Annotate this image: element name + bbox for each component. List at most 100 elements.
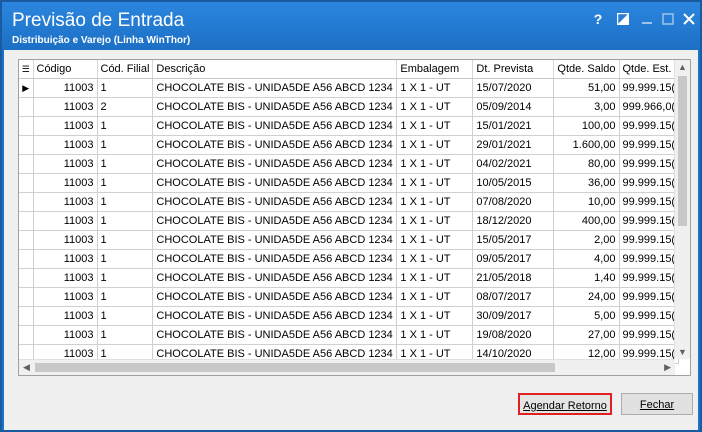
- table-cell[interactable]: 11003: [33, 249, 98, 269]
- table-cell[interactable]: 1 X 1 - UT: [396, 116, 474, 136]
- table-cell[interactable]: 99.999.15(: [619, 249, 680, 269]
- row-indicator[interactable]: [19, 306, 34, 326]
- data-grid[interactable]: ☰ Código Cód. Filial Descrição Embalagem Dt.…: [18, 59, 691, 376]
- table-cell[interactable]: 1.600,00: [553, 135, 620, 155]
- scroll-up-icon[interactable]: ▲: [678, 62, 687, 72]
- table-cell[interactable]: CHOCOLATE BIS - UNIDA5DE A56 ABCD 1234: [152, 249, 398, 269]
- table-cell[interactable]: 99.999.15(: [619, 116, 680, 136]
- table-cell[interactable]: 999.966,0(: [619, 97, 680, 117]
- table-cell[interactable]: 1,40: [553, 268, 620, 288]
- row-indicator[interactable]: [19, 287, 34, 307]
- horizontal-scroll-thumb[interactable]: [35, 363, 555, 372]
- table-cell[interactable]: 11003: [33, 154, 98, 174]
- row-indicator[interactable]: [19, 154, 34, 174]
- table-cell[interactable]: 1 X 1 - UT: [396, 306, 474, 326]
- table-cell[interactable]: 15/07/2020: [472, 78, 555, 98]
- table-row[interactable]: 11003 2 CHOCOLATE BIS - UNIDA5DE A56 ABCD …: [19, 97, 680, 117]
- table-cell[interactable]: 1: [97, 249, 154, 269]
- table-cell[interactable]: 99.999.15(: [619, 173, 680, 193]
- table-row[interactable]: 11003 1 CHOCOLATE BIS - UNIDA5DE A56 ABCD …: [19, 287, 680, 307]
- table-cell[interactable]: 1 X 1 - UT: [396, 325, 474, 345]
- table-cell[interactable]: 11003: [33, 268, 98, 288]
- table-cell[interactable]: 11003: [33, 287, 98, 307]
- table-cell[interactable]: 1 X 1 - UT: [396, 249, 474, 269]
- table-row[interactable]: 11003 1 CHOCOLATE BIS - UNIDA5DE A56 ABCD …: [19, 135, 680, 155]
- column-header[interactable]: Dt. Prevista: [472, 60, 555, 79]
- table-row[interactable]: 11003 1 CHOCOLATE BIS - UNIDA5DE A56 ABCD …: [19, 306, 680, 326]
- row-indicator[interactable]: [19, 173, 34, 193]
- table-cell[interactable]: 29/01/2021: [472, 135, 555, 155]
- table-cell[interactable]: 99.999.15(: [619, 78, 680, 98]
- table-cell[interactable]: 1: [97, 78, 154, 98]
- column-header[interactable]: Embalagem: [396, 60, 474, 79]
- current-row-indicator-icon[interactable]: ▶: [19, 78, 34, 98]
- table-cell[interactable]: CHOCOLATE BIS - UNIDA5DE A56 ABCD 1234: [152, 211, 398, 231]
- table-cell[interactable]: 1 X 1 - UT: [396, 173, 474, 193]
- table-cell[interactable]: 1 X 1 - UT: [396, 78, 474, 98]
- scroll-down-icon[interactable]: ▼: [678, 347, 687, 357]
- table-cell[interactable]: 30/09/2017: [472, 306, 555, 326]
- table-cell[interactable]: 99.999.15(: [619, 211, 680, 231]
- table-cell[interactable]: 4,00: [553, 249, 620, 269]
- table-cell[interactable]: 99.999.15(: [619, 287, 680, 307]
- row-indicator[interactable]: [19, 192, 34, 212]
- row-indicator[interactable]: [19, 116, 34, 136]
- style-icon[interactable]: [614, 10, 632, 28]
- table-cell[interactable]: 10/05/2015: [472, 173, 555, 193]
- vertical-scroll-thumb[interactable]: [678, 76, 687, 226]
- table-cell[interactable]: 99.999.15(: [619, 306, 680, 326]
- table-cell[interactable]: 1: [97, 211, 154, 231]
- table-cell[interactable]: CHOCOLATE BIS - UNIDA5DE A56 ABCD 1234: [152, 268, 398, 288]
- table-cell[interactable]: 08/07/2017: [472, 287, 555, 307]
- table-row[interactable]: 11003 1 CHOCOLATE BIS - UNIDA5DE A56 ABCD …: [19, 154, 680, 174]
- table-row[interactable]: 11003 1 CHOCOLATE BIS - UNIDA5DE A56 ABCD …: [19, 230, 680, 250]
- table-cell[interactable]: 11003: [33, 306, 98, 326]
- column-chooser-icon[interactable]: ☰: [19, 60, 34, 79]
- table-cell[interactable]: 1: [97, 268, 154, 288]
- table-cell[interactable]: 11003: [33, 211, 98, 231]
- table-cell[interactable]: 1: [97, 230, 154, 250]
- row-indicator[interactable]: [19, 97, 34, 117]
- row-indicator[interactable]: [19, 268, 34, 288]
- table-cell[interactable]: 11003: [33, 78, 98, 98]
- table-cell[interactable]: 3,00: [553, 97, 620, 117]
- table-cell[interactable]: CHOCOLATE BIS - UNIDA5DE A56 ABCD 1234: [152, 135, 398, 155]
- table-row[interactable]: ▶ 11003 1 CHOCOLATE BIS - UNIDA5DE A56 ABCD…: [19, 78, 680, 98]
- close-icon[interactable]: [680, 10, 698, 28]
- table-cell[interactable]: 11003: [33, 116, 98, 136]
- table-row[interactable]: 11003 1 CHOCOLATE BIS - UNIDA5DE A56 ABCD …: [19, 116, 680, 136]
- table-cell[interactable]: 99.999.15(: [619, 268, 680, 288]
- table-cell[interactable]: 18/12/2020: [472, 211, 555, 231]
- table-cell[interactable]: 1: [97, 135, 154, 155]
- table-cell[interactable]: 04/02/2021: [472, 154, 555, 174]
- fechar-button[interactable]: Fechar: [621, 393, 693, 415]
- table-cell[interactable]: 1: [97, 173, 154, 193]
- table-cell[interactable]: 80,00: [553, 154, 620, 174]
- table-cell[interactable]: 1 X 1 - UT: [396, 211, 474, 231]
- table-cell[interactable]: 99.999.15(: [619, 325, 680, 345]
- table-cell[interactable]: 1 X 1 - UT: [396, 287, 474, 307]
- table-cell[interactable]: 1 X 1 - UT: [396, 154, 474, 174]
- table-cell[interactable]: 51,00: [553, 78, 620, 98]
- table-cell[interactable]: 15/05/2017: [472, 230, 555, 250]
- table-cell[interactable]: 11003: [33, 173, 98, 193]
- column-header[interactable]: Qtde. Saldo: [553, 60, 620, 79]
- table-cell[interactable]: 1 X 1 - UT: [396, 97, 474, 117]
- table-cell[interactable]: 11003: [33, 230, 98, 250]
- row-indicator[interactable]: [19, 325, 34, 345]
- table-cell[interactable]: 1: [97, 325, 154, 345]
- table-cell[interactable]: 2: [97, 97, 154, 117]
- table-cell[interactable]: 1 X 1 - UT: [396, 268, 474, 288]
- table-cell[interactable]: 1: [97, 116, 154, 136]
- table-cell[interactable]: CHOCOLATE BIS - UNIDA5DE A56 ABCD 1234: [152, 287, 398, 307]
- table-cell[interactable]: 1 X 1 - UT: [396, 135, 474, 155]
- table-cell[interactable]: 21/05/2018: [472, 268, 555, 288]
- title-bar[interactable]: Previsão de Entrada Distribuição e Varej…: [2, 2, 700, 50]
- row-indicator[interactable]: [19, 249, 34, 269]
- table-cell[interactable]: 07/08/2020: [472, 192, 555, 212]
- table-cell[interactable]: 10,00: [553, 192, 620, 212]
- table-cell[interactable]: CHOCOLATE BIS - UNIDA5DE A56 ABCD 1234: [152, 116, 398, 136]
- table-cell[interactable]: CHOCOLATE BIS - UNIDA5DE A56 ABCD 1234: [152, 173, 398, 193]
- table-cell[interactable]: 11003: [33, 192, 98, 212]
- table-cell[interactable]: CHOCOLATE BIS - UNIDA5DE A56 ABCD 1234: [152, 230, 398, 250]
